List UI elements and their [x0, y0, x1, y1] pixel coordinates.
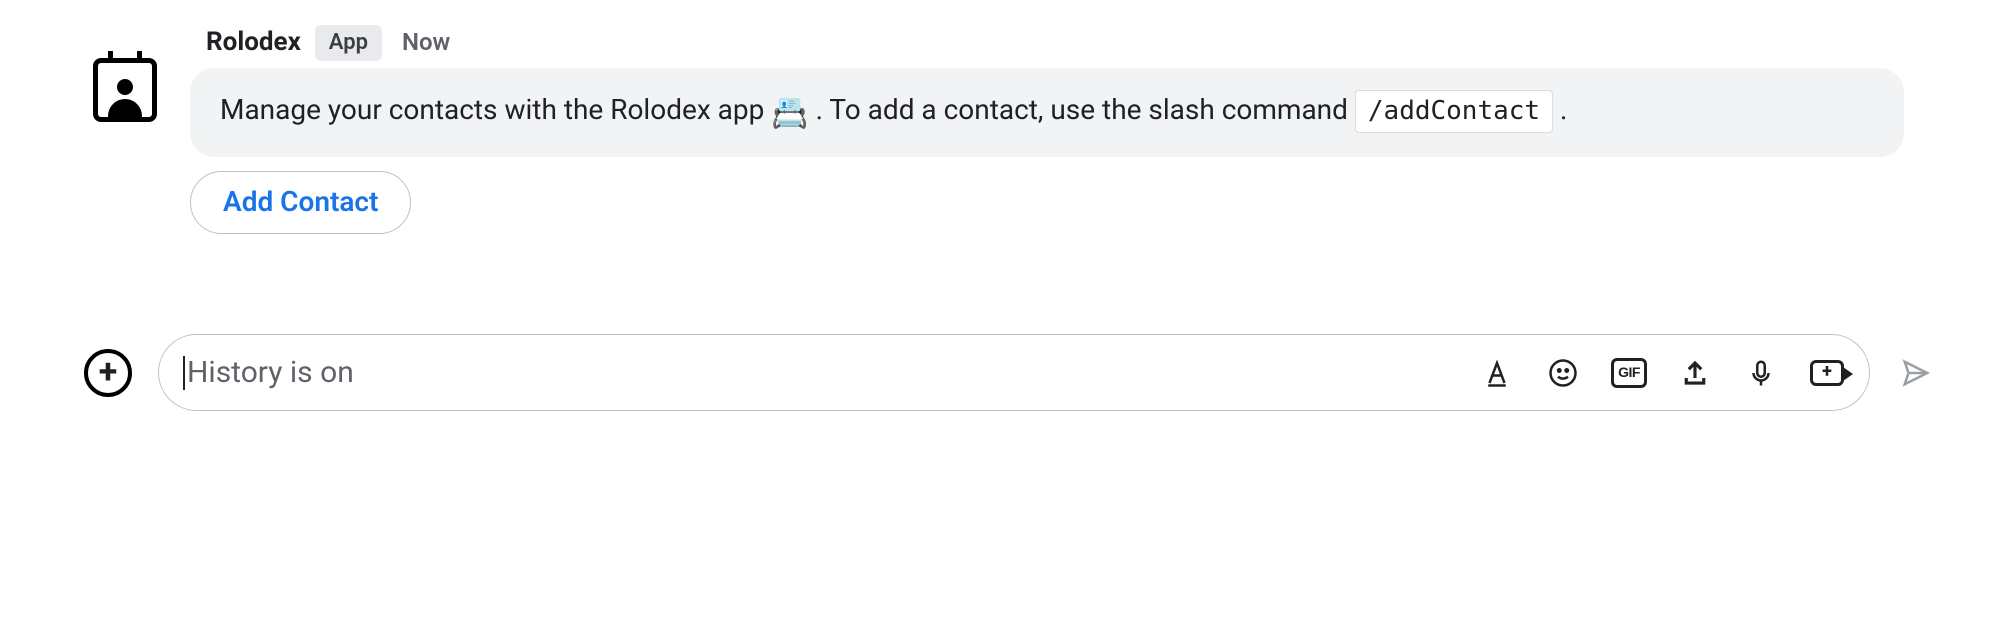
message-composer[interactable]: History is on GIF — [158, 334, 1870, 412]
format-text-icon[interactable] — [1479, 355, 1515, 391]
composer-row: + History is on GIF — [60, 334, 1944, 412]
attach-plus-button[interactable]: + — [84, 349, 132, 397]
text-caret — [183, 356, 185, 390]
message-header: Rolodex App Now — [190, 20, 1904, 68]
message-text-2: . To add a contact, use the slash comman… — [816, 93, 1355, 126]
message-timestamp: Now — [402, 25, 450, 60]
message-text-1: Manage your contacts with the Rolodex ap… — [220, 93, 771, 126]
action-chip-row: Add Contact — [190, 171, 1904, 234]
video-upload-icon[interactable]: + — [1809, 355, 1845, 391]
rolodex-emoji-icon: 📇 — [771, 96, 808, 131]
app-avatar-icon — [93, 58, 157, 122]
message-text-3: . — [1560, 93, 1567, 126]
microphone-icon[interactable] — [1743, 355, 1779, 391]
message-content: Rolodex App Now Manage your contacts wit… — [190, 20, 1944, 234]
emoji-icon[interactable] — [1545, 355, 1581, 391]
send-button[interactable] — [1898, 355, 1934, 391]
sender-name: Rolodex — [206, 24, 301, 62]
avatar-column — [60, 20, 190, 234]
app-badge: App — [315, 25, 382, 61]
composer-placeholder: History is on — [187, 351, 354, 395]
add-contact-button[interactable]: Add Contact — [190, 171, 411, 234]
composer-toolbar: GIF + — [1479, 355, 1845, 391]
slash-command-code: /addContact — [1355, 90, 1553, 134]
composer-input[interactable]: History is on — [183, 351, 1463, 395]
message-bubble: Manage your contacts with the Rolodex ap… — [190, 68, 1904, 158]
gif-icon[interactable]: GIF — [1611, 355, 1647, 391]
message-row: Rolodex App Now Manage your contacts wit… — [60, 20, 1944, 234]
upload-icon[interactable] — [1677, 355, 1713, 391]
